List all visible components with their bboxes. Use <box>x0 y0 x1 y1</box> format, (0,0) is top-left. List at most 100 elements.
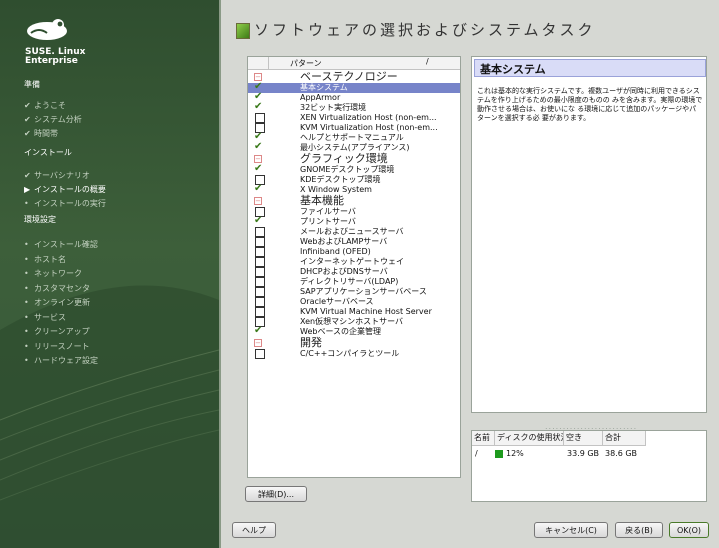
pattern-group[interactable]: − 基本機能 <box>248 195 460 207</box>
installation-steps-sidebar: SUSE. Linux Enterprise 準備 ✔ ようこそ ✔ システム分析 ✔ 時間… <box>0 0 219 548</box>
pattern-group[interactable]: − ベーステクノロジー <box>248 71 460 83</box>
pattern-checkbox[interactable] <box>255 257 265 267</box>
cancel-button[interactable]: キャンセル(C) <box>534 522 608 538</box>
sidebar-step-label: インストール確認 <box>34 240 98 249</box>
pattern-list[interactable]: パターン / − ベーステクノロジー ✔ 基本システム ✔ AppArmor ✔ 32ビット実… <box>247 56 461 478</box>
pattern-checkbox[interactable] <box>255 113 265 123</box>
pattern-item[interactable]: KDEデスクトップ環境 <box>248 175 460 185</box>
pattern-item[interactable]: KVM Virtual Machine Host Server <box>248 307 460 317</box>
pattern-item[interactable]: ファイルサーバ <box>248 207 460 217</box>
pattern-group[interactable]: − グラフィック環境 <box>248 153 460 165</box>
pattern-label: KDEデスクトップ環境 <box>300 175 381 184</box>
pattern-column-header[interactable]: パターン <box>290 58 322 69</box>
sidebar-step: インストール <box>24 147 72 158</box>
install-check-icon[interactable]: ✔ <box>254 183 262 194</box>
pattern-label: メールおよびニュースサーバ <box>300 227 404 236</box>
pattern-item[interactable]: KVM Virtualization Host (non-em... <box>248 123 460 133</box>
pattern-checkbox[interactable] <box>255 267 265 277</box>
sidebar-step-label: ようこそ <box>34 101 66 110</box>
pattern-item[interactable]: ✔ プリントサーバ <box>248 215 460 227</box>
disk-header-total[interactable]: 合計 <box>603 431 646 446</box>
description-panel: 基本システム これは基本的な実行システムです。複数ユーザが同時に利用できるシステ… <box>471 56 707 413</box>
pattern-item[interactable]: ✔ 32ビット実行環境 <box>248 101 460 113</box>
pattern-item[interactable]: メールおよびニュースサーバ <box>248 227 460 237</box>
collapse-icon[interactable]: − <box>254 73 262 81</box>
pattern-item[interactable]: SAPアプリケーションサーバベース <box>248 287 460 297</box>
pattern-item[interactable]: WebおよびLAMPサーバ <box>248 237 460 247</box>
pattern-label: XEN Virtualization Host (non-em... <box>300 113 437 122</box>
pattern-checkbox[interactable] <box>255 277 265 287</box>
pattern-item[interactable]: DHCPおよびDNSサーバ <box>248 267 460 277</box>
pattern-group[interactable]: − 開発 <box>248 337 460 349</box>
install-check-icon[interactable]: ✔ <box>254 101 262 112</box>
pattern-label: C/C++コンパイラとツール <box>300 349 400 358</box>
pattern-label: WebおよびLAMPサーバ <box>300 237 388 246</box>
disk-header-usage[interactable]: ディスクの使用状況 <box>495 431 564 446</box>
sidebar-step: • オンライン更新 <box>24 297 90 308</box>
pattern-checkbox[interactable] <box>255 247 265 257</box>
install-check-icon[interactable]: ✔ <box>254 215 262 226</box>
sidebar-step-label: クリーンアップ <box>34 327 90 336</box>
sidebar-step-label: 準備 <box>24 80 40 89</box>
pattern-group-label: 開発 <box>300 336 322 349</box>
pattern-item[interactable]: Xen仮想マシンホストサーバ <box>248 317 460 327</box>
pattern-item[interactable]: インターネットゲートウェイ <box>248 257 460 267</box>
pattern-item[interactable]: Infiniband (OFED) <box>248 247 460 257</box>
sidebar-step: • リリースノート <box>24 341 90 352</box>
pattern-label: SAPアプリケーションサーバベース <box>300 287 427 296</box>
collapse-icon[interactable]: − <box>254 339 262 347</box>
sidebar-step: • サービス <box>24 312 66 323</box>
sidebar-step-label: システム分析 <box>34 115 82 124</box>
sidebar-step: ✔ ようこそ <box>24 100 66 111</box>
details-button[interactable]: 詳細(D)... <box>245 486 307 502</box>
pattern-item[interactable]: ✔ ヘルプとサポートマニュアル <box>248 131 460 143</box>
pattern-label: KVM Virtualization Host (non-em... <box>300 123 438 132</box>
pattern-item[interactable]: C/C++コンパイラとツール <box>248 349 460 359</box>
sidebar-step: • カスタマセンタ <box>24 283 90 294</box>
sidebar-step: • ネットワーク <box>24 268 82 279</box>
pattern-item[interactable]: ディレクトリサーバ(LDAP) <box>248 277 460 287</box>
pattern-checkbox[interactable] <box>255 349 265 359</box>
sidebar-step-label: カスタマセンタ <box>34 284 90 293</box>
pattern-label: KVM Virtual Machine Host Server <box>300 307 432 316</box>
check-icon: ✔ <box>24 129 31 138</box>
disk-total-space: 38.6 GB <box>605 449 638 458</box>
sidebar-step: • クリーンアップ <box>24 326 90 337</box>
pattern-item[interactable]: ✔ X Window System <box>248 183 460 195</box>
install-check-icon[interactable]: ✔ <box>254 163 262 174</box>
page-title: ソフトウェアの選択およびシステムタスク <box>254 21 596 39</box>
pattern-label: プリントサーバ <box>300 217 356 226</box>
sidebar-step: • ハードウェア設定 <box>24 355 98 366</box>
software-icon <box>236 23 250 39</box>
disk-header-name[interactable]: 名前 <box>472 431 495 446</box>
pattern-item[interactable]: ✔ 基本システム <box>248 81 460 93</box>
pattern-item[interactable]: Oracleサーバベース <box>248 297 460 307</box>
checkbox-column-header[interactable] <box>248 57 269 69</box>
description-title-bar: 基本システム <box>474 59 706 77</box>
pattern-item[interactable]: XEN Virtualization Host (non-em... <box>248 113 460 123</box>
help-button[interactable]: ヘルプ <box>232 522 276 538</box>
back-button[interactable]: 戻る(B) <box>615 522 663 538</box>
bullet-icon: • <box>24 240 29 249</box>
sort-indicator: / <box>426 57 429 66</box>
pattern-checkbox[interactable] <box>255 287 265 297</box>
disk-usage-bar <box>495 450 503 458</box>
pattern-checkbox[interactable] <box>255 227 265 237</box>
ok-button[interactable]: OK(O) <box>669 522 709 538</box>
pattern-group-label: グラフィック環境 <box>300 152 388 165</box>
check-icon: ✔ <box>24 101 31 110</box>
install-check-icon[interactable]: ✔ <box>254 141 262 152</box>
disk-usage-percent: 12% <box>506 449 524 458</box>
collapse-icon[interactable]: − <box>254 155 262 163</box>
pattern-item[interactable]: ✔ Webベースの企業管理 <box>248 325 460 337</box>
pattern-item[interactable]: ✔ AppArmor <box>248 91 460 103</box>
pattern-checkbox[interactable] <box>255 307 265 317</box>
pattern-checkbox[interactable] <box>255 297 265 307</box>
collapse-icon[interactable]: − <box>254 197 262 205</box>
pattern-checkbox[interactable] <box>255 237 265 247</box>
pattern-item[interactable]: ✔ GNOMEデスクトップ環境 <box>248 163 460 175</box>
bullet-icon: • <box>24 284 29 293</box>
install-check-icon[interactable]: ✔ <box>254 325 262 336</box>
disk-header-free[interactable]: 空き <box>564 431 603 446</box>
bullet-icon: • <box>24 255 29 264</box>
